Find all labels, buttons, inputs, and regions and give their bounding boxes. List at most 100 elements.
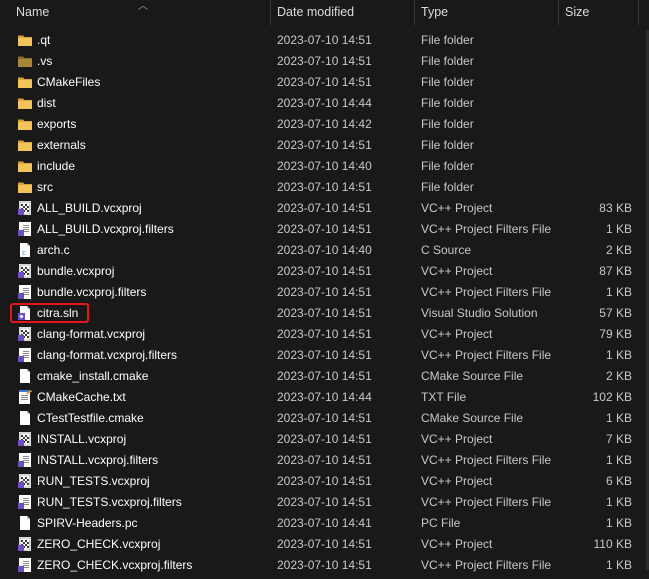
file-type: VC++ Project	[421, 327, 493, 341]
file-name: bundle.vcxproj.filters	[37, 285, 147, 299]
file-row[interactable]: cmake_install.cmake 2023-07-10 14:51 CMake…	[0, 366, 649, 387]
file-date-modified: 2023-07-10 14:51	[277, 453, 372, 467]
file-type: File folder	[421, 54, 474, 68]
file-name: INSTALL.vcxproj	[37, 432, 127, 446]
file-name: cmake_install.cmake	[37, 369, 149, 383]
file-date-modified: 2023-07-10 14:51	[277, 495, 372, 509]
file-row[interactable]: externals 2023-07-10 14:51 File folder	[0, 135, 649, 156]
file-row[interactable]: ZERO_CHECK.vcxproj 2023-07-10 14:51 VC++ P…	[0, 534, 649, 555]
file-date-modified: 2023-07-10 14:51	[277, 222, 372, 236]
file-size: 1 KB	[605, 285, 632, 299]
file-size: 83 KB	[599, 201, 632, 215]
file-name: bundle.vcxproj	[37, 264, 115, 278]
file-row[interactable]: bundle.vcxproj.filters 2023-07-10 14:51 VC…	[0, 282, 649, 303]
file-row[interactable]: CMakeFiles 2023-07-10 14:51 File folder	[0, 72, 649, 93]
file-row[interactable]: SPIRV-Headers.pc 2023-07-10 14:41 PC File 1…	[0, 513, 649, 534]
column-header-size[interactable]: Size	[559, 0, 639, 25]
file-row[interactable]: c arch.c 2023-07-10 14:40 C Source 2 KB	[0, 240, 649, 261]
file-date-modified: 2023-07-10 14:51	[277, 54, 372, 68]
file-row[interactable]: bundle.vcxproj 2023-07-10 14:51 VC++ Proje…	[0, 261, 649, 282]
file-row[interactable]: INSTALL.vcxproj 2023-07-10 14:51 VC++ Proj…	[0, 429, 649, 450]
blank-file-icon	[17, 515, 33, 531]
file-type: File folder	[421, 117, 474, 131]
file-date-modified: 2023-07-10 14:42	[277, 117, 372, 131]
file-row[interactable]: CTestTestfile.cmake 2023-07-10 14:51 CMake…	[0, 408, 649, 429]
folder-icon	[17, 74, 33, 90]
file-date-modified: 2023-07-10 14:40	[277, 159, 372, 173]
file-name: RUN_TESTS.vcxproj.filters	[37, 495, 182, 509]
column-header-bar: Name ︿ Date modified Type Size	[0, 0, 649, 25]
folder-icon	[17, 95, 33, 111]
file-name: src	[37, 180, 53, 194]
file-row[interactable]: CMakeCache.txt 2023-07-10 14:44 TXT File 10…	[0, 387, 649, 408]
file-name: .vs	[37, 54, 53, 68]
file-size: 7 KB	[605, 432, 632, 446]
file-date-modified: 2023-07-10 14:51	[277, 285, 372, 299]
file-row[interactable]: dist 2023-07-10 14:44 File folder	[0, 93, 649, 114]
file-name: clang-format.vcxproj	[37, 327, 146, 341]
column-header-date-modified[interactable]: Date modified	[271, 0, 414, 25]
file-size: 79 KB	[599, 327, 632, 341]
folder-icon	[17, 116, 33, 132]
file-type: VC++ Project Filters File	[421, 222, 552, 236]
file-name: ZERO_CHECK.vcxproj	[37, 537, 161, 551]
file-type: VC++ Project	[421, 432, 493, 446]
file-date-modified: 2023-07-10 14:51	[277, 264, 372, 278]
file-row[interactable]: .vs 2023-07-10 14:51 File folder	[0, 51, 649, 72]
file-row[interactable]: RUN_TESTS.vcxproj 2023-07-10 14:51 VC++ Pr…	[0, 471, 649, 492]
file-date-modified: 2023-07-10 14:51	[277, 348, 372, 362]
file-size: 6 KB	[605, 474, 632, 488]
file-row[interactable]: include 2023-07-10 14:40 File folder	[0, 156, 649, 177]
file-date-modified: 2023-07-10 14:51	[277, 75, 372, 89]
file-name: exports	[37, 117, 77, 131]
file-size: 1 KB	[605, 558, 632, 572]
file-row[interactable]: src 2023-07-10 14:51 File folder	[0, 177, 649, 198]
vcxproj-icon	[17, 431, 33, 447]
file-size: 102 KB	[592, 390, 632, 404]
file-date-modified: 2023-07-10 14:51	[277, 180, 372, 194]
file-size: 2 KB	[605, 369, 632, 383]
file-type: C Source	[421, 243, 472, 257]
file-name: CMakeCache.txt	[37, 390, 126, 404]
file-type: VC++ Project	[421, 474, 493, 488]
file-name: clang-format.vcxproj.filters	[37, 348, 178, 362]
file-type: Visual Studio Solution	[421, 306, 538, 320]
file-date-modified: 2023-07-10 14:51	[277, 138, 372, 152]
file-row[interactable]: clang-format.vcxproj.filters 2023-07-10 1…	[0, 345, 649, 366]
blank-file-icon	[17, 410, 33, 426]
file-row[interactable]: INSTALL.vcxproj.filters 2023-07-10 14:51 V…	[0, 450, 649, 471]
vcxproj-icon	[17, 473, 33, 489]
file-row[interactable]: ALL_BUILD.vcxproj 2023-07-10 14:51 VC++ Pr…	[0, 198, 649, 219]
column-header-type[interactable]: Type	[415, 0, 558, 25]
filters-icon	[17, 284, 33, 300]
file-date-modified: 2023-07-10 14:51	[277, 558, 372, 572]
txt-file-icon	[17, 389, 33, 405]
file-type: File folder	[421, 75, 474, 89]
c-source-icon: c	[17, 242, 33, 258]
file-size: 1 KB	[605, 516, 632, 530]
file-date-modified: 2023-07-10 14:51	[277, 369, 372, 383]
folder-icon	[17, 137, 33, 153]
file-name: .qt	[37, 33, 51, 47]
file-row[interactable]: clang-format.vcxproj 2023-07-10 14:51 VC++…	[0, 324, 649, 345]
file-date-modified: 2023-07-10 14:51	[277, 33, 372, 47]
file-date-modified: 2023-07-10 14:51	[277, 201, 372, 215]
file-size: 1 KB	[605, 411, 632, 425]
file-row[interactable]: ALL_BUILD.vcxproj.filters 2023-07-10 14:5…	[0, 219, 649, 240]
file-name: ALL_BUILD.vcxproj	[37, 201, 142, 215]
column-divider[interactable]	[638, 0, 639, 25]
file-name: include	[37, 159, 76, 173]
vcxproj-icon	[17, 263, 33, 279]
file-row[interactable]: ZERO_CHECK.vcxproj.filters 2023-07-10 14:…	[0, 555, 649, 576]
blank-file-icon	[17, 368, 33, 384]
file-row[interactable]: citra.sln 2023-07-10 14:51 Visual Studio S…	[0, 303, 649, 324]
filters-icon	[17, 347, 33, 363]
file-date-modified: 2023-07-10 14:51	[277, 411, 372, 425]
file-row[interactable]: RUN_TESTS.vcxproj.filters 2023-07-10 14:5…	[0, 492, 649, 513]
file-type: File folder	[421, 33, 474, 47]
file-size: 1 KB	[605, 453, 632, 467]
file-type: VC++ Project Filters File	[421, 495, 552, 509]
file-name: RUN_TESTS.vcxproj	[37, 474, 150, 488]
file-row[interactable]: .qt 2023-07-10 14:51 File folder	[0, 30, 649, 51]
file-row[interactable]: exports 2023-07-10 14:42 File folder	[0, 114, 649, 135]
